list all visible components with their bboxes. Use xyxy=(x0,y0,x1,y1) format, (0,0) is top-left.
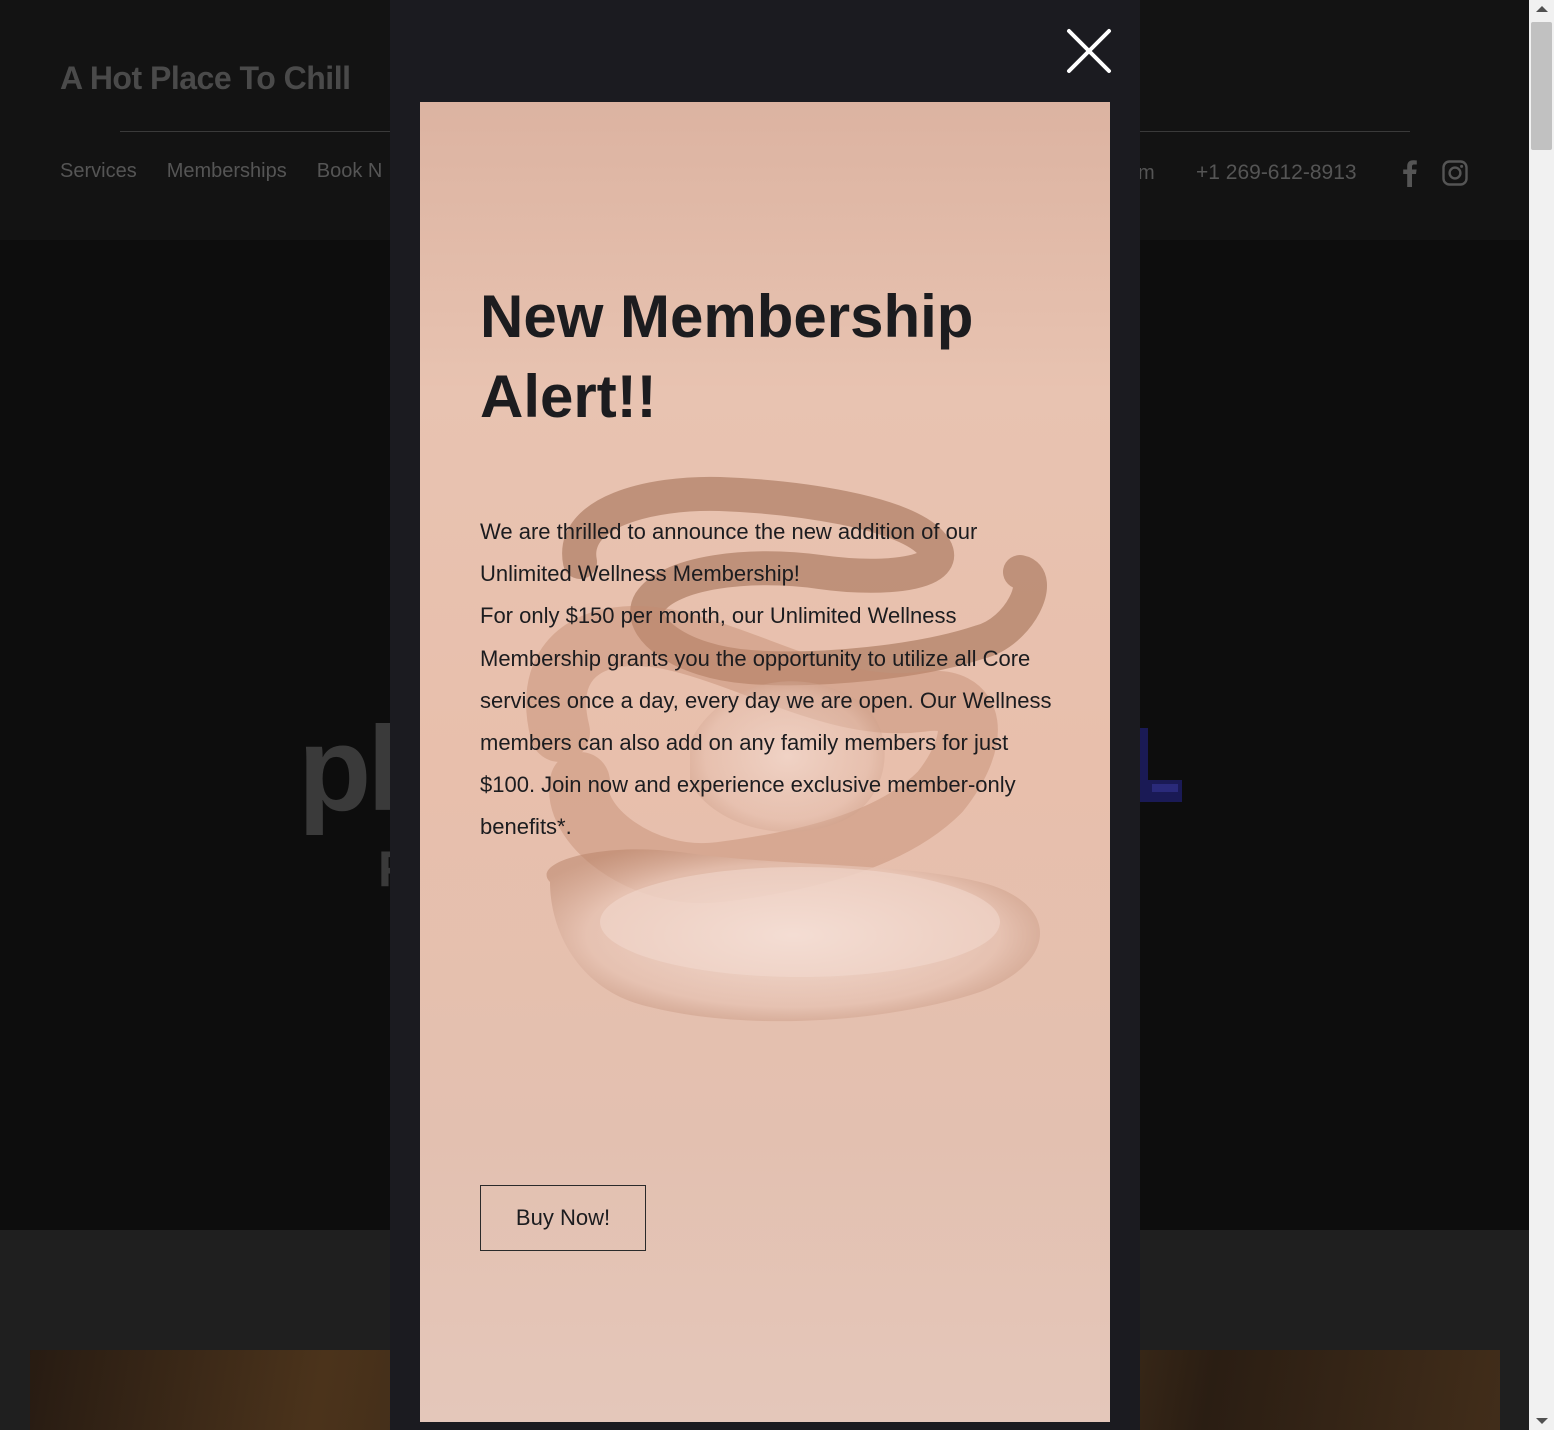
nav-item-partial[interactable]: m xyxy=(1138,162,1155,185)
phone-number[interactable]: +1 269-612-8913 xyxy=(1196,161,1357,185)
nav-item-services[interactable]: Services xyxy=(60,160,137,183)
popup-paragraph-details: For only $150 per month, our Unlimited W… xyxy=(480,603,1052,840)
membership-popup-card: New Membership Alert!! We are thrilled t… xyxy=(420,102,1110,1422)
buy-now-button[interactable]: Buy Now! xyxy=(480,1185,646,1251)
close-button[interactable] xyxy=(1065,27,1113,75)
popup-body: We are thrilled to announce the new addi… xyxy=(480,511,1060,849)
scrollbar-thumb[interactable] xyxy=(1531,22,1552,150)
popup-title: New Membership Alert!! xyxy=(480,283,974,430)
hero-heading: pl xyxy=(298,702,401,836)
close-icon[interactable] xyxy=(1065,27,1113,75)
nav-item-memberships[interactable]: Memberships xyxy=(167,160,287,183)
facebook-icon[interactable] xyxy=(1398,158,1428,188)
nav-item-book-now[interactable]: Book N xyxy=(317,160,383,183)
site-logo[interactable]: A Hot Place To Chill xyxy=(60,60,351,97)
main-nav: Services Memberships Book N xyxy=(60,160,382,183)
page-scrollbar[interactable] xyxy=(1529,0,1554,1430)
scroll-up-arrow-icon[interactable] xyxy=(1536,6,1548,12)
scroll-down-arrow-icon[interactable] xyxy=(1536,1418,1548,1424)
instagram-icon[interactable] xyxy=(1441,158,1471,188)
popup-paragraph-intro: We are thrilled to announce the new addi… xyxy=(480,519,978,587)
